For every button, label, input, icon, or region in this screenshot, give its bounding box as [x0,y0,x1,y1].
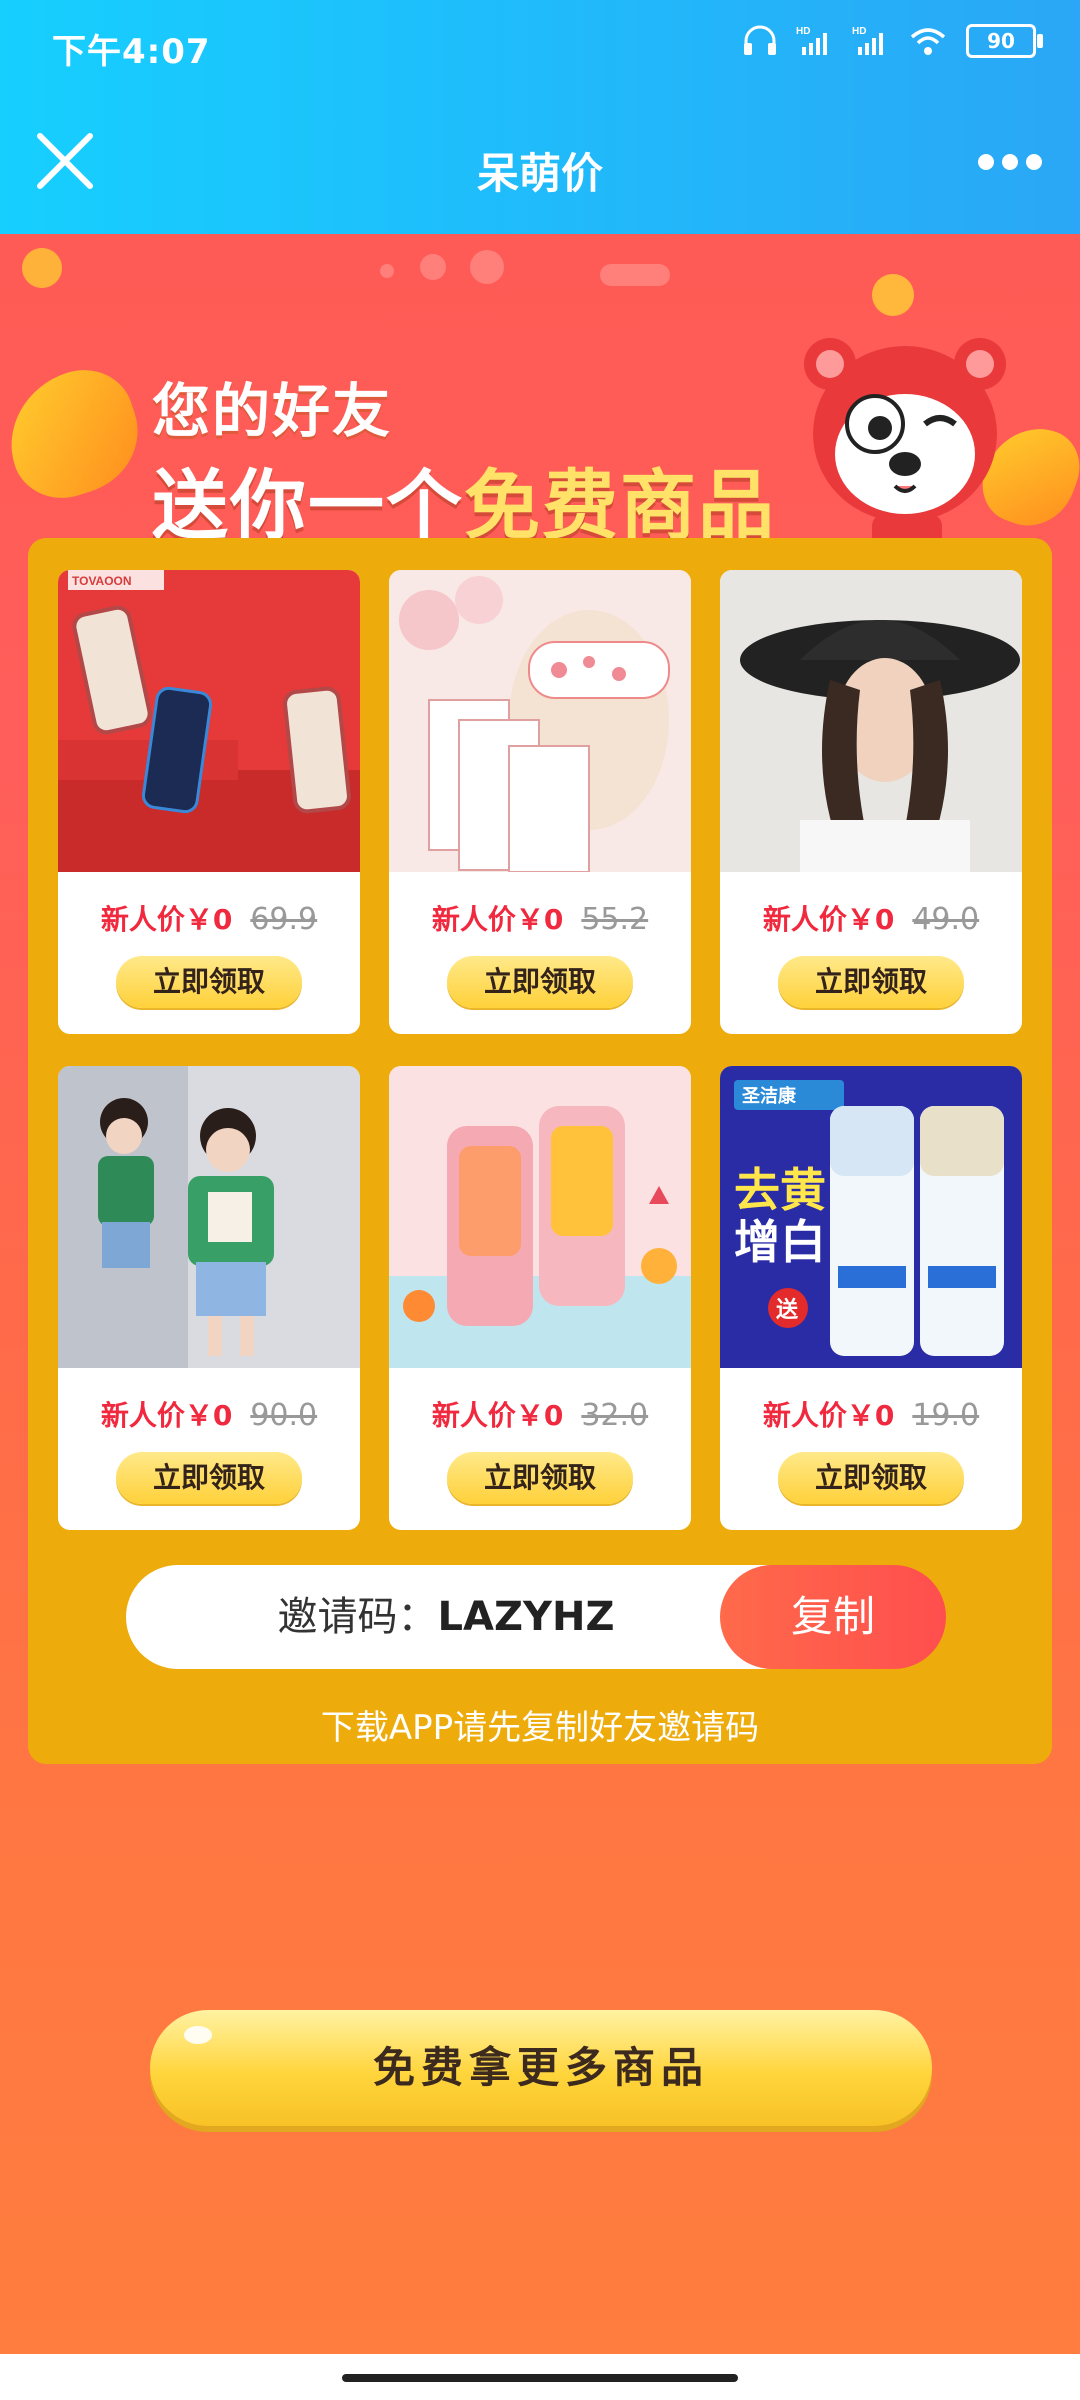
decor-dot [380,264,394,278]
new-price: 新人价￥0 [762,1399,895,1432]
product-image-power-bank: TOVAOON [58,570,360,872]
hero-line1: 您的好友 [152,377,393,445]
product-card[interactable]: 新人价￥0 55.2 立即领取 [389,570,691,1034]
old-price: 32.0 [581,1398,649,1433]
claim-button[interactable]: 立即领取 [778,1452,964,1504]
headset-icon [744,25,776,55]
more-dot [978,154,994,170]
home-indicator[interactable] [342,2374,738,2382]
signal-hd-2-icon: HD [852,26,883,55]
more-icon[interactable] [978,150,1050,174]
svg-text:HD: HD [852,26,866,37]
price-row: 新人价￥0 32.0 [389,1394,691,1434]
product-image-bucket-hat [720,570,1022,872]
promo-text-2: 增白 [734,1216,826,1268]
brand-label: TOVAOON [72,574,132,588]
more-products-button[interactable]: 免费拿更多商品 [150,2010,932,2126]
old-price: 49.0 [912,902,980,937]
product-card[interactable]: TOVAOON 新人价￥0 69.9 立即领取 [58,570,360,1034]
more-products-label: 免费拿更多商品 [372,2043,709,2092]
wifi-icon [910,28,946,55]
hero-line2-highlight: 免费商品 [464,461,776,550]
hero-banner: 您的好友 送你一个免费商品 [0,234,1080,554]
product-image-kids-outfit [58,1066,360,1368]
invite-hint: 下载APP请先复制好友邀请码 [320,1708,760,1748]
product-image-eye-mask [389,570,691,872]
hero-line2-prefix: 送你一个 [152,461,464,550]
new-price: 新人价￥0 [431,903,564,936]
promo-gift-text: 送 [776,1297,798,1322]
decor-swoosh [0,356,154,512]
claim-button[interactable]: 立即领取 [116,956,302,1008]
page-title: 呆萌价 [476,149,603,198]
price-row: 新人价￥0 69.9 [58,898,360,938]
invite-code-field: 邀请码：LAZYHZ [126,1565,766,1669]
more-dot [1026,154,1042,170]
svg-text:HD: HD [796,26,810,37]
product-card[interactable]: 新人价￥0 49.0 立即领取 [720,570,1022,1034]
invite-code-box: 邀请码：LAZYHZ 复制 [126,1565,946,1669]
product-card[interactable]: 新人价￥0 32.0 立即领取 [389,1066,691,1530]
copy-button[interactable]: 复制 [720,1565,946,1669]
old-price: 69.9 [250,902,318,937]
price-row: 新人价￥0 19.0 [720,1394,1022,1434]
claim-button[interactable]: 立即领取 [778,956,964,1008]
invite-code-label: 邀请码： [277,1594,438,1640]
old-price: 55.2 [581,902,649,937]
coin-decoration [872,274,914,316]
old-price: 90.0 [250,1398,318,1433]
new-price: 新人价￥0 [100,903,233,936]
product-card[interactable]: 圣洁康 去黄 增白 送 新人价￥0 19.0 立即领取 [720,1066,1022,1530]
battery-level: 90 [987,29,1015,53]
signal-hd-1-icon: HD [796,26,827,55]
coin-decoration [22,248,62,288]
system-nav-bar [0,2354,1080,2400]
status-time: 下午4:07 [52,32,211,72]
button-shine [184,2026,212,2044]
mascot-image [804,338,1006,550]
new-price: 新人价￥0 [100,1399,233,1432]
claim-button[interactable]: 立即领取 [447,956,633,1008]
status-icons: HD HD 90 [742,24,1043,58]
nav-bar: 呆萌价 [0,96,1080,234]
price-row: 新人价￥0 90.0 [58,1394,360,1434]
promo-text-1: 去黄 [734,1164,826,1216]
more-dot [1002,154,1018,170]
product-image-shoe-whitener: 圣洁康 去黄 增白 送 [720,1066,1022,1368]
product-image-juicer [389,1066,691,1368]
new-price: 新人价￥0 [431,1399,564,1432]
invite-code-value: LAZYHZ [437,1594,615,1640]
brand-label: 圣洁康 [741,1085,797,1106]
decor-dot [470,250,504,284]
decor-dot [600,264,670,286]
battery-icon: 90 [966,24,1043,58]
claim-button[interactable]: 立即领取 [116,1452,302,1504]
price-row: 新人价￥0 49.0 [720,898,1022,938]
status-bar: 下午4:07 HD HD 90 [0,0,1080,96]
old-price: 19.0 [912,1398,980,1433]
top-bar: 下午4:07 HD HD 90 呆萌价 [0,0,1080,234]
claim-button[interactable]: 立即领取 [447,1452,633,1504]
new-price: 新人价￥0 [762,903,895,936]
price-row: 新人价￥0 55.2 [389,898,691,938]
decor-dot [420,254,446,280]
product-card[interactable]: 新人价￥0 90.0 立即领取 [58,1066,360,1530]
